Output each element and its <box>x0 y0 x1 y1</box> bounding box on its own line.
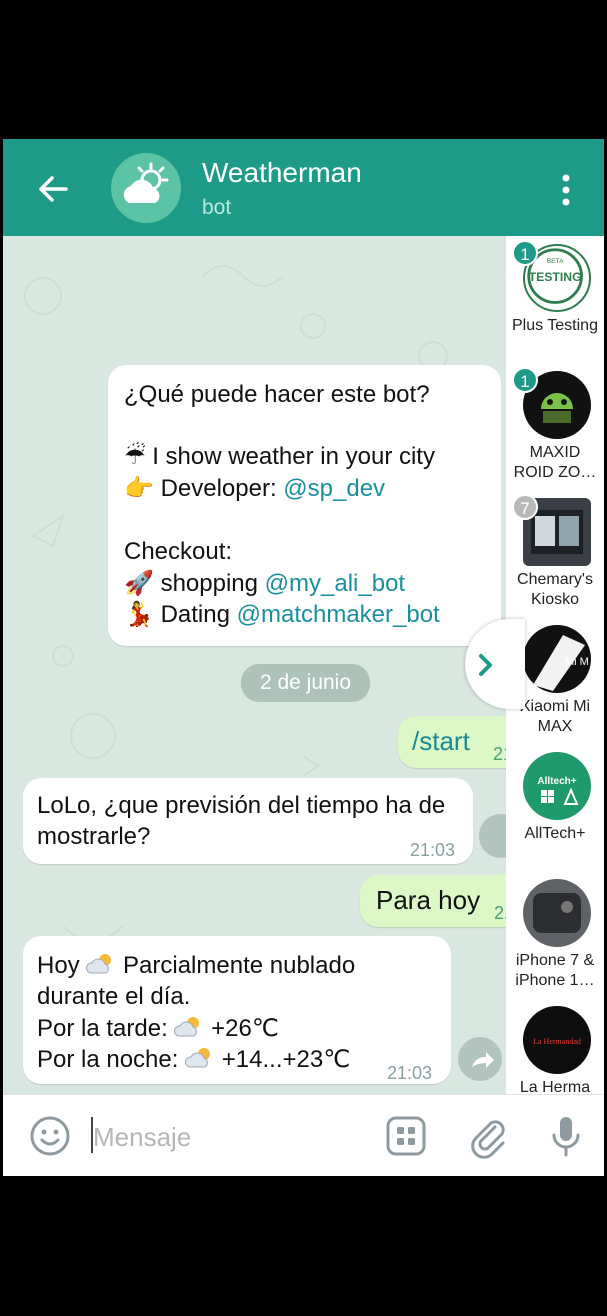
unread-badge: 1 <box>512 240 538 266</box>
smile-icon[interactable] <box>27 1113 73 1159</box>
sidebar-chat-name: MAXID ROID ZO… <box>513 444 597 481</box>
svg-text:La Hermandad: La Hermandad <box>533 1037 581 1046</box>
forecast-text: +14...+23℃ <box>221 1046 351 1073</box>
umbrella-emoji: ☔ <box>124 443 146 470</box>
bot-info-bubble: ¿Qué puede hacer este bot? ☔ I show weat… <box>108 365 501 646</box>
avatar: Alltech+ <box>523 752 591 820</box>
bot-info-line: 👉 Developer: @sp_dev <box>124 473 385 504</box>
sidebar-chat-maxidroid[interactable]: 1 MAXID ROID ZO… <box>506 363 604 490</box>
share-button[interactable] <box>458 1037 502 1081</box>
svg-text:TESTING: TESTING <box>529 270 582 284</box>
phone-icon: Mi M <box>533 635 589 691</box>
svg-text:Mi M: Mi M <box>565 656 589 668</box>
svg-text:Alltech+: Alltech+ <box>537 776 576 787</box>
more-vert-icon[interactable] <box>559 173 573 207</box>
cloud-sun-icon <box>123 162 169 203</box>
bot-info-text: Developer: <box>160 475 284 502</box>
share-icon <box>472 1052 494 1068</box>
bot-info-line: 💃 Dating @matchmaker_bot <box>124 599 440 630</box>
dancer-emoji: 💃 <box>124 601 154 628</box>
incoming-message[interactable]: Hoy Parcialmente nublado durante el día.… <box>23 936 451 1084</box>
shopping-bot-link[interactable]: @my_ali_bot <box>265 570 405 597</box>
cloud-sun-icon <box>174 1017 200 1037</box>
sidebar-chat-name: Plus Testing <box>512 317 598 334</box>
message-time: 21:03 <box>387 1063 433 1083</box>
forecast-line: Por la tarde: +26℃ <box>37 1013 279 1044</box>
sidebar-chat-alltech[interactable]: Alltech+ AllTech+ <box>506 744 604 871</box>
telegram-screen: Weatherman bot ¿Qué puede hacer este bot… <box>3 139 604 1176</box>
checkout-label: Checkout: <box>124 538 233 565</box>
bot-info-title: ¿Qué puede hacer este bot? <box>124 381 430 408</box>
incoming-message[interactable]: LoLo, ¿que previsión del tiempo ha de mo… <box>23 778 473 864</box>
text-caret <box>91 1117 93 1153</box>
date-separator: 2 de junio <box>241 664 370 702</box>
forecast-text: Por la tarde: <box>37 1015 168 1042</box>
bot-info-line: ☔ I show weather in your city <box>124 441 435 472</box>
forecast-line: Por la noche: +14...+23℃ <box>37 1044 350 1075</box>
sidebar-chat-name: iPhone 7 & iPhone 1… <box>515 952 595 989</box>
avatar: La Hermandad <box>523 1006 591 1074</box>
rocket-emoji: 🚀 <box>124 570 154 597</box>
outgoing-message[interactable]: Para hoy 21:03 <box>360 875 539 927</box>
forecast-text: Hoy <box>37 952 80 979</box>
microphone-icon[interactable] <box>543 1113 589 1159</box>
avatar <box>523 879 591 947</box>
bot-info-line: 🚀 shopping @my_ali_bot <box>124 568 405 599</box>
sidebar-chat-name: Chemary's Kiosko <box>517 571 593 608</box>
bot-info-text: I show weather in your city <box>152 443 435 470</box>
forecast-line: Hoy Parcialmente nublado <box>37 950 355 981</box>
forecast-text: Por la noche: <box>37 1046 179 1073</box>
chat-subtitle: bot <box>202 196 232 219</box>
chat-title[interactable]: Weatherman <box>202 157 362 189</box>
chat-header: Weatherman bot <box>3 139 604 236</box>
message-composer <box>3 1094 604 1176</box>
chevron-right-icon <box>479 654 492 676</box>
bot-info-text: shopping <box>160 570 265 597</box>
forecast-text: Parcialmente nublado <box>123 952 356 979</box>
pointing-emoji: 👉 <box>124 475 154 502</box>
cloud-sun-icon <box>86 954 112 974</box>
dating-bot-link[interactable]: @matchmaker_bot <box>237 601 440 628</box>
bot-avatar[interactable] <box>111 153 181 223</box>
message-time: 21:03 <box>410 840 456 860</box>
message-text: LoLo, ¿que previsión del tiempo ha de mo… <box>37 792 446 850</box>
avatar: Mi M <box>523 625 591 693</box>
paperclip-icon[interactable] <box>465 1113 511 1159</box>
cloud-sun-icon <box>185 1048 211 1068</box>
message-input[interactable] <box>91 1115 365 1159</box>
developer-link[interactable]: @sp_dev <box>283 475 385 502</box>
bot-keyboard-icon[interactable] <box>383 1113 429 1159</box>
message-text: /start <box>412 726 470 756</box>
bot-info-text: Dating <box>160 601 237 628</box>
arrow-left-icon[interactable] <box>33 169 73 209</box>
sidebar-chat-iphone[interactable]: iPhone 7 & iPhone 1… <box>506 871 604 998</box>
sidebar-expand-button[interactable] <box>465 619 525 709</box>
sidebar-chat-chemarys-kiosko[interactable]: 7 Chemary's Kiosko <box>506 490 604 617</box>
message-text: Para hoy <box>376 885 481 915</box>
forecast-text: durante el día. <box>37 983 191 1010</box>
iphone-icon <box>533 893 581 933</box>
sidebar-chat-name: AllTech+ <box>524 825 586 842</box>
unread-badge: 1 <box>512 367 538 393</box>
hermandad-logo-icon: La Hermandad <box>533 1037 581 1046</box>
forecast-text: +26℃ <box>211 1015 279 1042</box>
unread-badge: 7 <box>512 494 538 520</box>
svg-text:BETA: BETA <box>547 258 564 265</box>
sidebar-chat-plus-testing[interactable]: TESTING BETA 1 Plus Testing <box>506 236 604 363</box>
alltech-logo-icon: Alltech+ <box>537 776 579 805</box>
